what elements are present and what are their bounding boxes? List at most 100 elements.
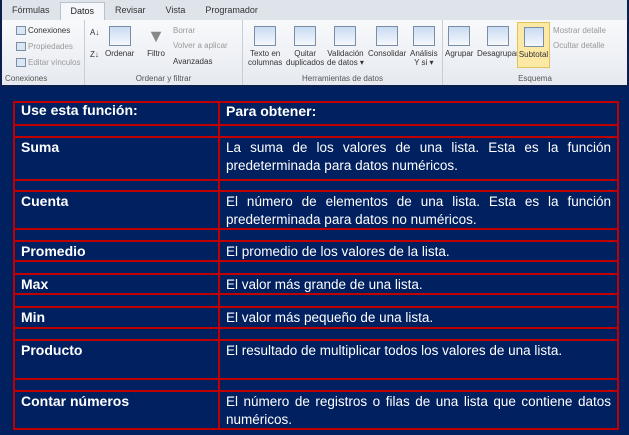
tab-vista[interactable]: Vista (156, 2, 196, 20)
link-icon (16, 58, 26, 68)
functions-table: Use esta función: Para obtener: Suma La su… (13, 101, 619, 430)
group-herramientas: Texto en columnas Quitar duplicados Valida… (243, 20, 443, 85)
group-esquema: Agrupar Desagrupar Subtotal Mostrar deta… (443, 20, 627, 85)
function-description: El número de registros o filas de una li… (226, 394, 611, 427)
desagrupar-button[interactable]: Desagrupar (477, 26, 519, 58)
label: Texto en (250, 49, 281, 58)
consolidate-icon (376, 26, 399, 46)
group-label: Esquema (518, 74, 552, 83)
tab-formulas[interactable]: Fórmulas (2, 2, 60, 20)
ocultar-detalle-button[interactable]: Ocultar detalle (553, 41, 605, 50)
label: Quitar (294, 49, 317, 58)
spacer-row (15, 378, 617, 390)
label: Subtotal (518, 50, 549, 59)
spacer-row (15, 293, 617, 306)
tab-revisar[interactable]: Revisar (105, 2, 156, 20)
label: Mostrar detalle (553, 26, 606, 35)
label: de datos ▾ (327, 58, 364, 67)
group-label: Ordenar y filtrar (135, 74, 192, 83)
validacion-button[interactable]: Validación de datos ▾ (327, 26, 364, 67)
text-columns-icon (254, 26, 277, 46)
spacer-row (15, 124, 617, 136)
filtro-button[interactable]: ▼ Filtro (145, 26, 167, 58)
table-header: Use esta función: Para obtener: (15, 101, 617, 124)
function-description: El valor más pequeño de una lista. (226, 310, 434, 325)
group-conexiones: Conexiones Propiedades Editar vínculos C… (2, 20, 85, 85)
sort-desc-icon[interactable]: Z↓ (90, 50, 99, 59)
consolidar-button[interactable]: Consolidar (368, 26, 406, 58)
group-icon (448, 26, 471, 46)
label: Consolidar (368, 49, 407, 58)
avanzadas-button[interactable]: Avanzadas (173, 57, 212, 66)
function-description: La suma de los valores de una lista. Est… (226, 140, 611, 173)
label: Filtro (147, 49, 165, 58)
function-description: El promedio de los valores de la lista. (226, 244, 450, 259)
editar-vinculos-button[interactable]: Editar vínculos (16, 58, 81, 68)
function-name: Suma (15, 138, 220, 179)
sort-asc-icon[interactable]: A↓ (90, 28, 99, 37)
table-row: Producto El resultado de multiplicar todo… (15, 339, 617, 378)
subtotal-icon (523, 27, 544, 47)
properties-icon (16, 42, 26, 52)
spacer-row (15, 228, 617, 240)
texto-columnas-button[interactable]: Texto en columnas (248, 26, 282, 67)
function-name: Min (15, 308, 220, 327)
analisis-button[interactable]: Análisis Y si ▾ (410, 26, 438, 67)
spacer-row (15, 260, 617, 273)
table-row: Promedio El promedio de los valores de la… (15, 240, 617, 260)
label: Editar vínculos (28, 58, 81, 67)
mostrar-detalle-button[interactable]: Mostrar detalle (553, 26, 606, 35)
function-name: Cuenta (15, 192, 220, 228)
function-name: Producto (15, 341, 220, 378)
volver-aplicar-button[interactable]: Volver a aplicar (173, 41, 228, 50)
function-description: El resultado de multiplicar todos los va… (226, 343, 563, 358)
function-description: El número de elementos de una lista. Est… (226, 194, 611, 227)
group-label: Conexiones (5, 74, 48, 83)
spacer-row (15, 327, 617, 339)
table-row: Min El valor más pequeño de una lista. (15, 306, 617, 327)
label: Ocultar detalle (553, 41, 605, 50)
subtotal-button[interactable]: Subtotal (517, 22, 550, 68)
connections-icon (16, 26, 26, 36)
table-row: Contar números El número de registros o f… (15, 390, 617, 430)
propiedades-button[interactable]: Propiedades (16, 42, 73, 52)
label: duplicados (286, 58, 325, 67)
quitar-duplicados-button[interactable]: Quitar duplicados (286, 26, 324, 67)
conexiones-button[interactable]: Conexiones (16, 26, 71, 36)
sort-icon (108, 26, 131, 46)
excel-ribbon: Fórmulas Datos Revisar Vista Programador… (0, 0, 629, 87)
label: Borrar (173, 26, 196, 35)
label: Agrupar (445, 49, 474, 58)
function-description: El valor más grande de una lista. (226, 277, 423, 292)
tab-programador[interactable]: Programador (195, 2, 268, 20)
function-name: Promedio (15, 242, 220, 260)
label: Conexiones (28, 26, 71, 35)
table-row: Max El valor más grande de una lista. (15, 273, 617, 293)
label: Análisis (410, 49, 438, 58)
table-row: Cuenta El número de elementos de una list… (15, 190, 617, 228)
label: Volver a aplicar (173, 41, 228, 50)
label: Ordenar (105, 49, 135, 58)
header-function: Use esta función: (15, 101, 220, 124)
label: Desagrupar (477, 49, 519, 58)
remove-duplicates-icon (294, 26, 317, 46)
borrar-button[interactable]: Borrar (173, 26, 195, 35)
agrupar-button[interactable]: Agrupar (445, 26, 473, 58)
header-result: Para obtener: (226, 103, 317, 119)
table-row: Suma La suma de los valores de una lista.… (15, 136, 617, 179)
validation-icon (334, 26, 357, 46)
label: Y si ▾ (414, 58, 434, 67)
function-name: Max (15, 275, 220, 293)
label: Validación (327, 49, 364, 58)
what-if-icon (412, 26, 435, 46)
label: columnas (248, 58, 283, 67)
label: Propiedades (28, 42, 73, 51)
ordenar-button[interactable]: Ordenar (105, 26, 134, 58)
ungroup-icon (486, 26, 509, 46)
group-ordenar-filtrar: A↓ Z↓ Ordenar ▼ Filtro Borrar Volver a ap… (85, 20, 243, 85)
function-name: Contar números (15, 392, 220, 430)
label: Avanzadas (173, 57, 213, 66)
spacer-row (15, 179, 617, 190)
tab-datos[interactable]: Datos (59, 2, 106, 20)
filter-icon: ▼ (147, 26, 165, 46)
